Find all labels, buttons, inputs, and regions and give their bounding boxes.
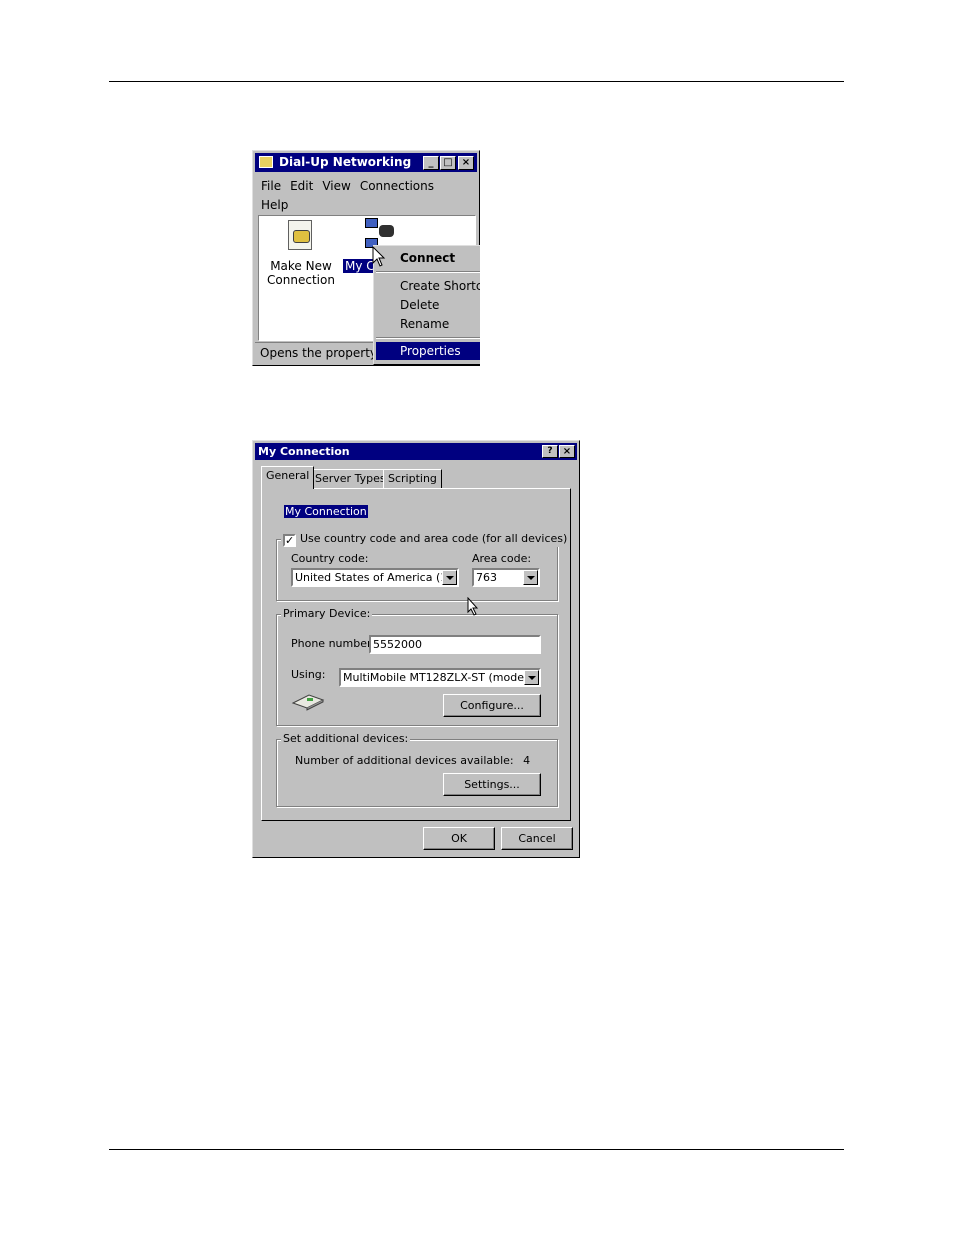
country-code-group: ✓ Use country code and area code (for all… [276,532,570,601]
make-new-connection-icon[interactable] [286,220,316,252]
settings-button[interactable]: Settings... [443,773,541,796]
context-delete[interactable]: Delete [376,296,490,314]
tab-general[interactable]: General [261,466,315,489]
menu-edit[interactable]: Edit [290,177,313,196]
primary-device-group: Primary Device: Phone number: 5552000 Us… [276,607,558,726]
country-code-value: United States of America (1) [295,571,452,584]
top-rule [109,81,844,82]
modem-select[interactable]: MultiMobile MT128ZLX-ST (modem) [339,668,541,687]
chevron-down-icon[interactable] [523,570,538,585]
additional-devices-group: Set additional devices: Number of additi… [276,732,558,807]
tab-server-types[interactable]: Server Types [310,469,391,489]
context-separator-2 [376,337,490,339]
make-new-label-line1: Make New [270,259,332,273]
minimize-button[interactable]: _ [423,156,439,170]
menu-connections[interactable]: Connections [360,177,434,196]
mouse-cursor-icon [372,246,386,267]
context-rename[interactable]: Rename [376,315,490,333]
close-button[interactable]: × [458,156,474,170]
use-country-code-label: Use country code and area code (for all … [300,532,568,545]
dialup-menubar: File Edit View Connections Help [261,177,461,215]
mouse-cursor-icon [467,597,479,616]
menu-help[interactable]: Help [261,196,288,215]
screenshot-crop-mask [480,240,510,370]
configure-button[interactable]: Configure... [443,694,541,717]
my-connection-dialog: My Connection ? × General Server Types S… [252,440,580,858]
tab-scripting[interactable]: Scripting [383,469,442,489]
connection-name[interactable]: My Connection [284,505,368,518]
maximize-button[interactable]: □ [440,156,456,170]
context-separator-1 [376,271,490,273]
general-tab-panel: My Connection ✓ Use country code and area… [261,488,571,821]
make-new-label-line2: Connection [267,273,335,287]
phone-number-label: Phone number: [291,637,376,650]
cancel-button[interactable]: Cancel [501,827,573,850]
dialup-app-icon [259,156,273,168]
additional-devices-count: 4 [523,754,531,767]
phone-number-value: 5552000 [373,638,422,651]
ok-button[interactable]: OK [423,827,495,850]
dialup-title: Dial-Up Networking [279,155,412,169]
area-code-label: Area code: [472,552,532,565]
additional-devices-count-label: Number of additional devices available: [295,754,514,767]
dialog-close-button[interactable]: × [559,445,575,458]
primary-device-label: Primary Device: [281,607,373,620]
country-code-select[interactable]: United States of America (1) [291,568,459,587]
context-connect[interactable]: Connect [376,249,490,267]
make-new-connection-label[interactable]: Make New Connection [265,259,337,287]
dialog-titlebar: My Connection ? × [255,443,577,460]
menu-view[interactable]: View [322,177,350,196]
menu-file[interactable]: File [261,177,281,196]
help-button[interactable]: ? [542,445,558,458]
context-create-shortcut[interactable]: Create Shortcut [376,277,495,295]
area-code-select[interactable]: 763 [472,568,540,587]
modem-icon [291,694,325,711]
country-code-group-header: ✓ Use country code and area code (for all… [281,532,570,547]
modem-value: MultiMobile MT128ZLX-ST (modem) [343,671,539,684]
context-menu: Connect Create Shortcut Delete Rename Pr… [373,245,495,365]
additional-devices-label: Set additional devices: [281,732,411,745]
area-code-value: 763 [476,571,497,584]
country-code-label: Country code: [291,552,369,565]
dialog-title: My Connection [258,445,350,458]
additional-devices-count-row: Number of additional devices available: … [295,754,530,767]
chevron-down-icon[interactable] [524,670,539,685]
bottom-rule [109,1149,844,1150]
context-properties[interactable]: Properties [376,342,490,360]
phone-number-input[interactable]: 5552000 [369,635,541,654]
chevron-down-icon[interactable] [442,570,457,585]
use-country-code-checkbox[interactable]: ✓ [283,534,296,547]
using-label: Using: [291,668,326,681]
dialup-titlebar: Dial-Up Networking _ □ × [255,153,477,172]
